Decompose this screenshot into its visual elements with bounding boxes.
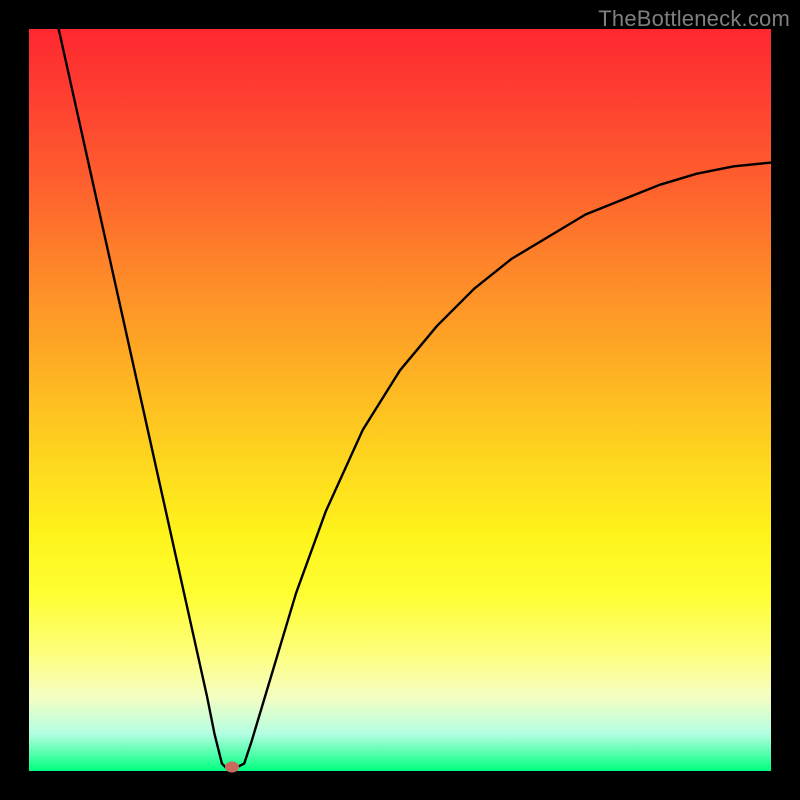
minimum-marker bbox=[225, 762, 239, 773]
plot-area bbox=[29, 29, 771, 771]
chart-frame: TheBottleneck.com bbox=[0, 0, 800, 800]
bottleneck-curve bbox=[29, 29, 771, 771]
watermark-text: TheBottleneck.com bbox=[598, 6, 790, 32]
